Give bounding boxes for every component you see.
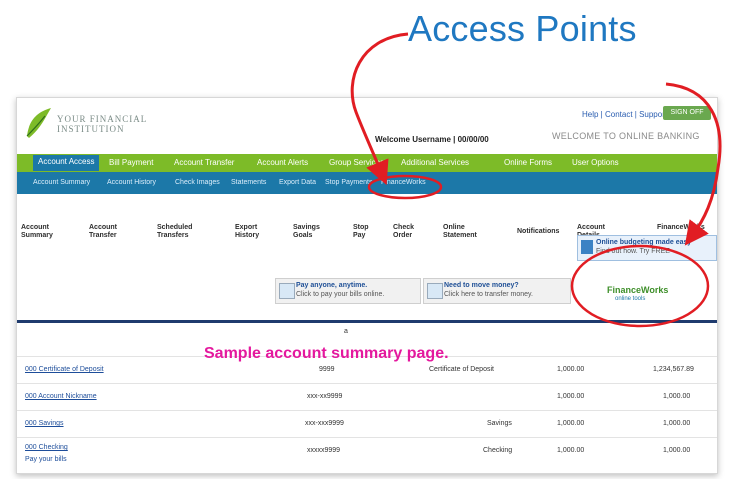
circle-financeworks-tab xyxy=(570,244,710,328)
callout-annotations xyxy=(350,32,722,328)
arrow-to-nav xyxy=(350,32,409,186)
arrow-to-financeworks xyxy=(665,82,722,246)
circle-nav-financeworks xyxy=(367,174,443,200)
sample-caption: Sample account summary page. xyxy=(204,345,449,362)
